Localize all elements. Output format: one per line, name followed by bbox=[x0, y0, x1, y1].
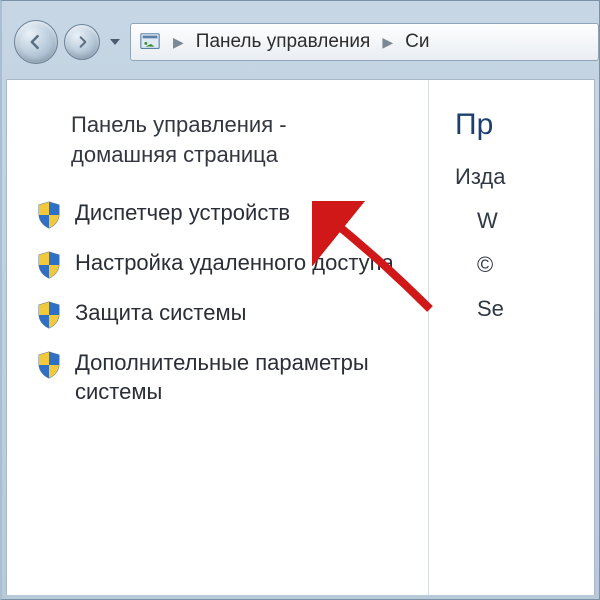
main-pane: Пр Изда W © Se bbox=[429, 80, 594, 595]
nav-back-button[interactable] bbox=[14, 20, 58, 64]
task-remote-settings[interactable]: Настройка удаленного доступа bbox=[35, 249, 416, 279]
main-text-line: Изда bbox=[455, 164, 584, 190]
shield-icon bbox=[35, 301, 63, 329]
task-advanced-system[interactable]: Дополнительные параметры системы bbox=[35, 349, 416, 406]
task-device-manager[interactable]: Диспетчер устройств bbox=[35, 199, 416, 229]
task-sidebar: Панель управления - домашняя страница Ди… bbox=[7, 80, 429, 595]
breadcrumb-control-panel[interactable]: Панель управления bbox=[196, 31, 371, 53]
sidebar-heading-line2: домашняя страница bbox=[71, 142, 278, 167]
chevron-down-icon bbox=[109, 36, 121, 48]
task-label: Диспетчер устройств bbox=[75, 199, 416, 228]
arrow-right-icon bbox=[74, 34, 90, 50]
sidebar-heading-line1: Панель управления - bbox=[71, 112, 287, 137]
control-panel-icon bbox=[139, 31, 161, 53]
breadcrumb-sep: ▶ bbox=[378, 34, 397, 51]
nav-history-dropdown[interactable] bbox=[106, 24, 124, 60]
task-system-protection[interactable]: Защита системы bbox=[35, 299, 416, 329]
page-title: Пр bbox=[455, 108, 584, 142]
task-label: Дополнительные параметры системы bbox=[75, 349, 416, 406]
breadcrumb-sep: ▶ bbox=[169, 34, 188, 51]
address-bar[interactable]: ▶ Панель управления ▶ Си bbox=[130, 23, 599, 61]
main-text-line: Se bbox=[455, 296, 584, 322]
nav-row: ▶ Панель управления ▶ Си bbox=[14, 15, 599, 69]
nav-forward-button[interactable] bbox=[64, 24, 100, 60]
control-panel-window: ▶ Панель управления ▶ Си Панель управлен… bbox=[0, 0, 600, 600]
task-label: Настройка удаленного доступа bbox=[75, 249, 416, 278]
shield-icon bbox=[35, 351, 63, 379]
sidebar-heading[interactable]: Панель управления - домашняя страница bbox=[35, 110, 416, 169]
main-text-line: © bbox=[455, 252, 584, 278]
task-label: Защита системы bbox=[75, 299, 416, 328]
shield-icon bbox=[35, 251, 63, 279]
shield-icon bbox=[35, 201, 63, 229]
arrow-left-icon bbox=[26, 32, 46, 52]
breadcrumb-system[interactable]: Си bbox=[405, 31, 429, 53]
content-area: Панель управления - домашняя страница Ди… bbox=[6, 79, 595, 595]
main-text-line: W bbox=[455, 208, 584, 234]
